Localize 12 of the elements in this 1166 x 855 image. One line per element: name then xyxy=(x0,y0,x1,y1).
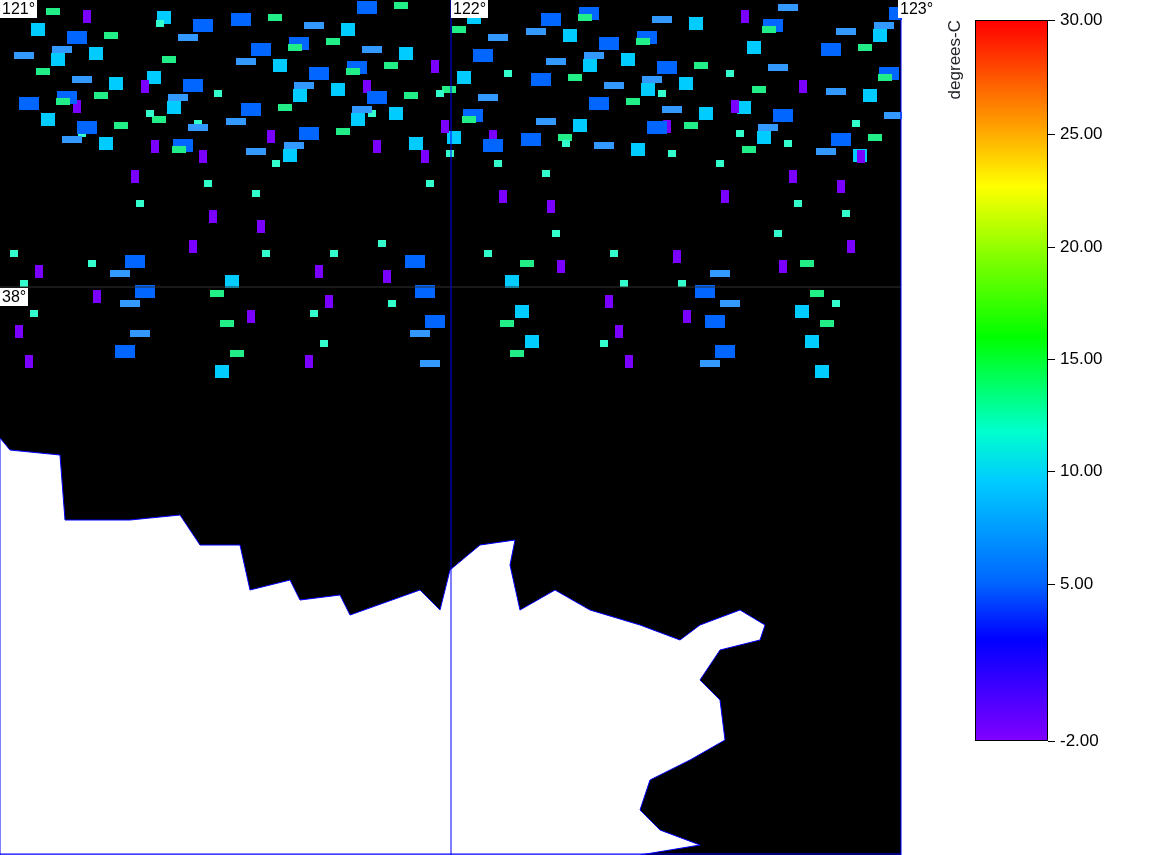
scale-tick-label: 20.00 xyxy=(1060,238,1103,256)
latitude-label: 38° xyxy=(0,288,29,306)
scale-tick-label: 25.00 xyxy=(1060,125,1103,143)
longitude-label: 123° xyxy=(898,0,936,18)
longitude-label: 121° xyxy=(0,0,38,18)
scale-tick-label: 30.00 xyxy=(1060,11,1103,29)
scale-tick-label: -2.00 xyxy=(1060,732,1099,750)
unit-label: degrees-C xyxy=(944,20,965,100)
longitude-label: 122° xyxy=(451,0,489,18)
scale-tick-label: 5.00 xyxy=(1060,575,1094,593)
scale-tick-label: 10.00 xyxy=(1060,462,1103,480)
scale-tick-label: 15.00 xyxy=(1060,350,1103,368)
